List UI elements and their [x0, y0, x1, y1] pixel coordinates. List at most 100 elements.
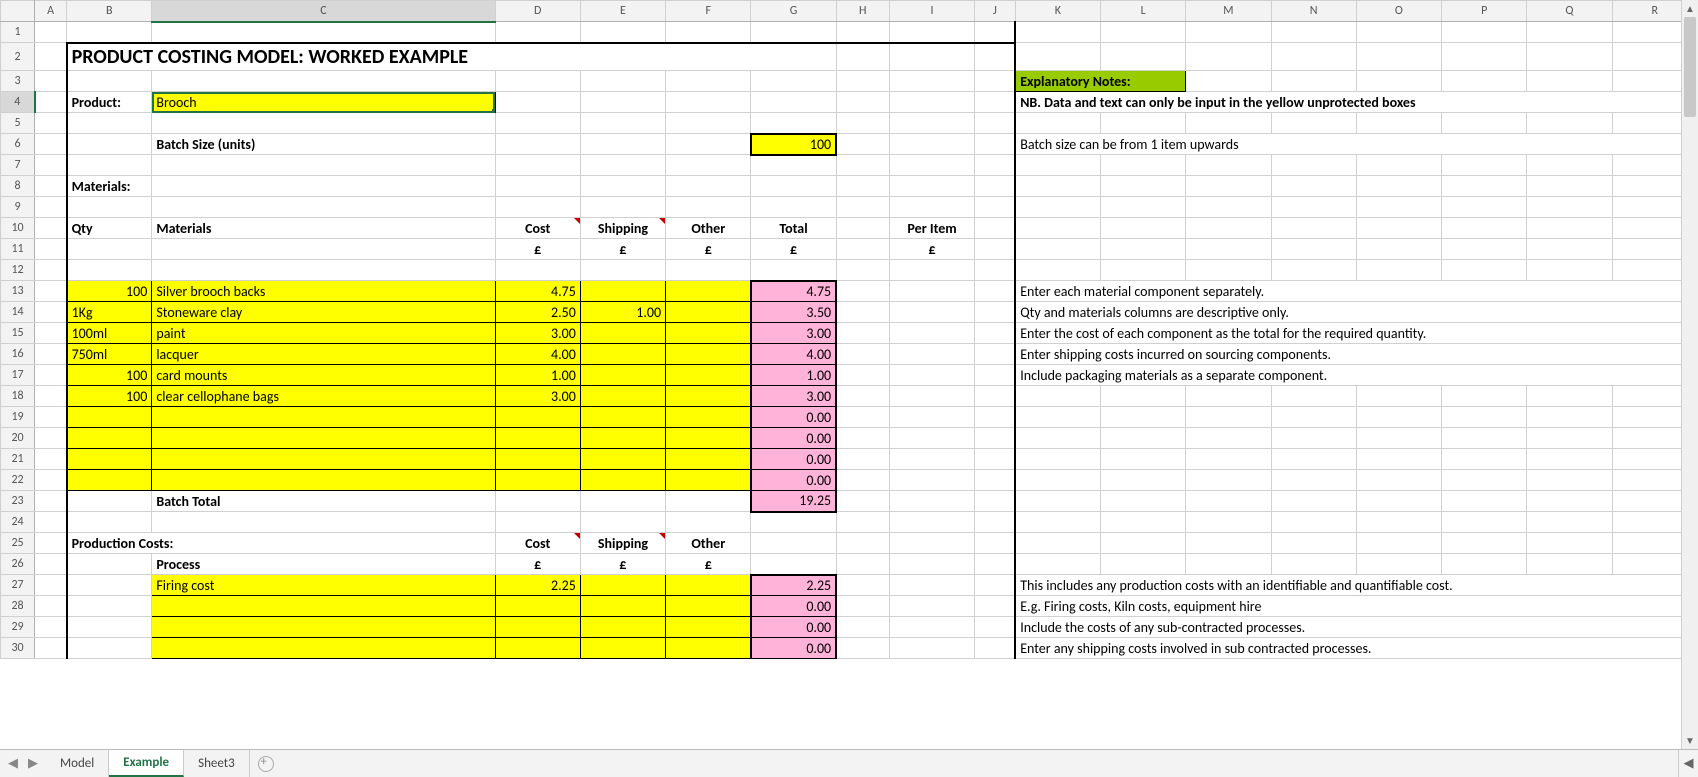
process-cost-cell[interactable]: [495, 638, 580, 659]
process-name-cell[interactable]: [152, 638, 495, 659]
material-shipping-cell[interactable]: [580, 470, 665, 491]
material-other-cell[interactable]: [666, 407, 751, 428]
row-header[interactable]: 24: [1, 512, 35, 533]
material-cost-cell[interactable]: 2.50: [495, 302, 580, 323]
row-header[interactable]: 27: [1, 575, 35, 596]
process-other-cell[interactable]: [666, 617, 751, 638]
material-qty-cell[interactable]: [67, 428, 152, 449]
material-shipping-cell[interactable]: [580, 281, 665, 302]
tab-nav-next-icon[interactable]: ▶: [28, 756, 38, 771]
process-shipping-cell[interactable]: [580, 596, 665, 617]
material-other-cell[interactable]: [666, 470, 751, 491]
material-name-cell[interactable]: paint: [152, 323, 495, 344]
col-header[interactable]: L: [1100, 1, 1185, 22]
tab-nav-prev-icon[interactable]: ◀: [8, 756, 18, 771]
process-cost-cell[interactable]: 2.25: [495, 575, 580, 596]
material-other-cell[interactable]: [666, 281, 751, 302]
tab-scroll-left-icon[interactable]: ◀: [1678, 750, 1698, 777]
material-qty-cell[interactable]: 750ml: [67, 344, 152, 365]
process-cost-cell[interactable]: [495, 617, 580, 638]
material-qty-cell[interactable]: [67, 470, 152, 491]
row-header[interactable]: 5: [1, 113, 35, 134]
sheet-tab-example[interactable]: Example: [109, 750, 184, 777]
col-header[interactable]: A: [35, 1, 67, 22]
col-header[interactable]: M: [1186, 1, 1271, 22]
material-shipping-cell[interactable]: [580, 407, 665, 428]
col-header[interactable]: D: [495, 1, 580, 22]
col-header[interactable]: Q: [1527, 1, 1612, 22]
material-other-cell[interactable]: [666, 428, 751, 449]
col-header[interactable]: K: [1015, 1, 1100, 22]
material-qty-cell[interactable]: 1Kg: [67, 302, 152, 323]
material-cost-cell[interactable]: 3.00: [495, 323, 580, 344]
material-cost-cell[interactable]: 1.00: [495, 365, 580, 386]
row-header[interactable]: 23: [1, 491, 35, 512]
material-qty-cell[interactable]: [67, 407, 152, 428]
row-header[interactable]: 15: [1, 323, 35, 344]
material-other-cell[interactable]: [666, 365, 751, 386]
row-header[interactable]: 10: [1, 218, 35, 239]
row-header[interactable]: 3: [1, 71, 35, 92]
row-header[interactable]: 7: [1, 155, 35, 176]
material-other-cell[interactable]: [666, 302, 751, 323]
row-header[interactable]: 30: [1, 638, 35, 659]
col-header[interactable]: H: [836, 1, 889, 22]
material-shipping-cell[interactable]: [580, 323, 665, 344]
fill-handle[interactable]: [492, 109, 496, 113]
row-header[interactable]: 14: [1, 302, 35, 323]
row-header[interactable]: 9: [1, 197, 35, 218]
material-name-cell[interactable]: card mounts: [152, 365, 495, 386]
material-qty-cell[interactable]: 100: [67, 281, 152, 302]
col-header[interactable]: N: [1271, 1, 1356, 22]
row-header[interactable]: 17: [1, 365, 35, 386]
material-shipping-cell[interactable]: [580, 449, 665, 470]
col-header[interactable]: I: [889, 1, 974, 22]
col-header[interactable]: P: [1442, 1, 1527, 22]
row-header[interactable]: 29: [1, 617, 35, 638]
process-cost-cell[interactable]: [495, 596, 580, 617]
material-name-cell[interactable]: Stoneware clay: [152, 302, 495, 323]
col-header[interactable]: F: [666, 1, 751, 22]
col-header[interactable]: E: [580, 1, 665, 22]
scroll-down-button[interactable]: ▼: [1682, 732, 1698, 749]
material-other-cell[interactable]: [666, 344, 751, 365]
material-cost-cell[interactable]: 4.00: [495, 344, 580, 365]
row-header[interactable]: 28: [1, 596, 35, 617]
material-name-cell[interactable]: clear cellophane bags: [152, 386, 495, 407]
process-other-cell[interactable]: [666, 596, 751, 617]
process-shipping-cell[interactable]: [580, 638, 665, 659]
material-cost-cell[interactable]: 4.75: [495, 281, 580, 302]
sheet-tab-sheet3[interactable]: Sheet3: [184, 750, 250, 777]
process-shipping-cell[interactable]: [580, 575, 665, 596]
material-cost-cell[interactable]: [495, 449, 580, 470]
material-other-cell[interactable]: [666, 323, 751, 344]
material-name-cell[interactable]: [152, 449, 495, 470]
vertical-scrollbar[interactable]: ▲ ▼: [1681, 0, 1698, 749]
row-header[interactable]: 2: [1, 43, 35, 71]
material-cost-cell[interactable]: 3.00: [495, 386, 580, 407]
material-cost-cell[interactable]: [495, 407, 580, 428]
material-name-cell[interactable]: [152, 470, 495, 491]
select-all-corner[interactable]: [1, 1, 35, 22]
material-qty-cell[interactable]: 100: [67, 365, 152, 386]
material-other-cell[interactable]: [666, 386, 751, 407]
process-name-cell[interactable]: Firing cost: [152, 575, 495, 596]
material-name-cell[interactable]: Silver brooch backs: [152, 281, 495, 302]
material-shipping-cell[interactable]: [580, 386, 665, 407]
scroll-up-button[interactable]: ▲: [1682, 0, 1698, 17]
material-name-cell[interactable]: [152, 407, 495, 428]
material-shipping-cell[interactable]: [580, 428, 665, 449]
col-header[interactable]: O: [1356, 1, 1441, 22]
col-header[interactable]: B: [67, 1, 152, 22]
process-other-cell[interactable]: [666, 575, 751, 596]
row-header[interactable]: 19: [1, 407, 35, 428]
sheet-tab-model[interactable]: Model: [46, 750, 109, 777]
row-header[interactable]: 8: [1, 176, 35, 197]
row-header[interactable]: 6: [1, 134, 35, 155]
row-header[interactable]: 25: [1, 533, 35, 554]
material-name-cell[interactable]: [152, 428, 495, 449]
new-sheet-button[interactable]: [250, 750, 282, 777]
batch-size-input-cell[interactable]: 100: [751, 134, 836, 155]
row-header[interactable]: 21: [1, 449, 35, 470]
row-header[interactable]: 4: [1, 92, 35, 113]
